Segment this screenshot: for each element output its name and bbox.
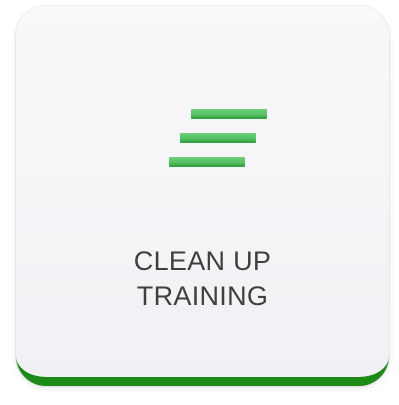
list-lines-icon bbox=[166, 109, 267, 171]
tile-label: CLEAN UP TRAINING bbox=[16, 244, 389, 314]
clean-up-training-tile[interactable]: CLEAN UP TRAINING bbox=[16, 6, 389, 386]
tile-label-line-1: CLEAN UP bbox=[133, 246, 272, 276]
tile-label-line-2: TRAINING bbox=[136, 281, 269, 311]
icon-line-3 bbox=[169, 157, 245, 167]
icon-line-2 bbox=[180, 133, 256, 143]
icon-line-1 bbox=[191, 109, 267, 119]
